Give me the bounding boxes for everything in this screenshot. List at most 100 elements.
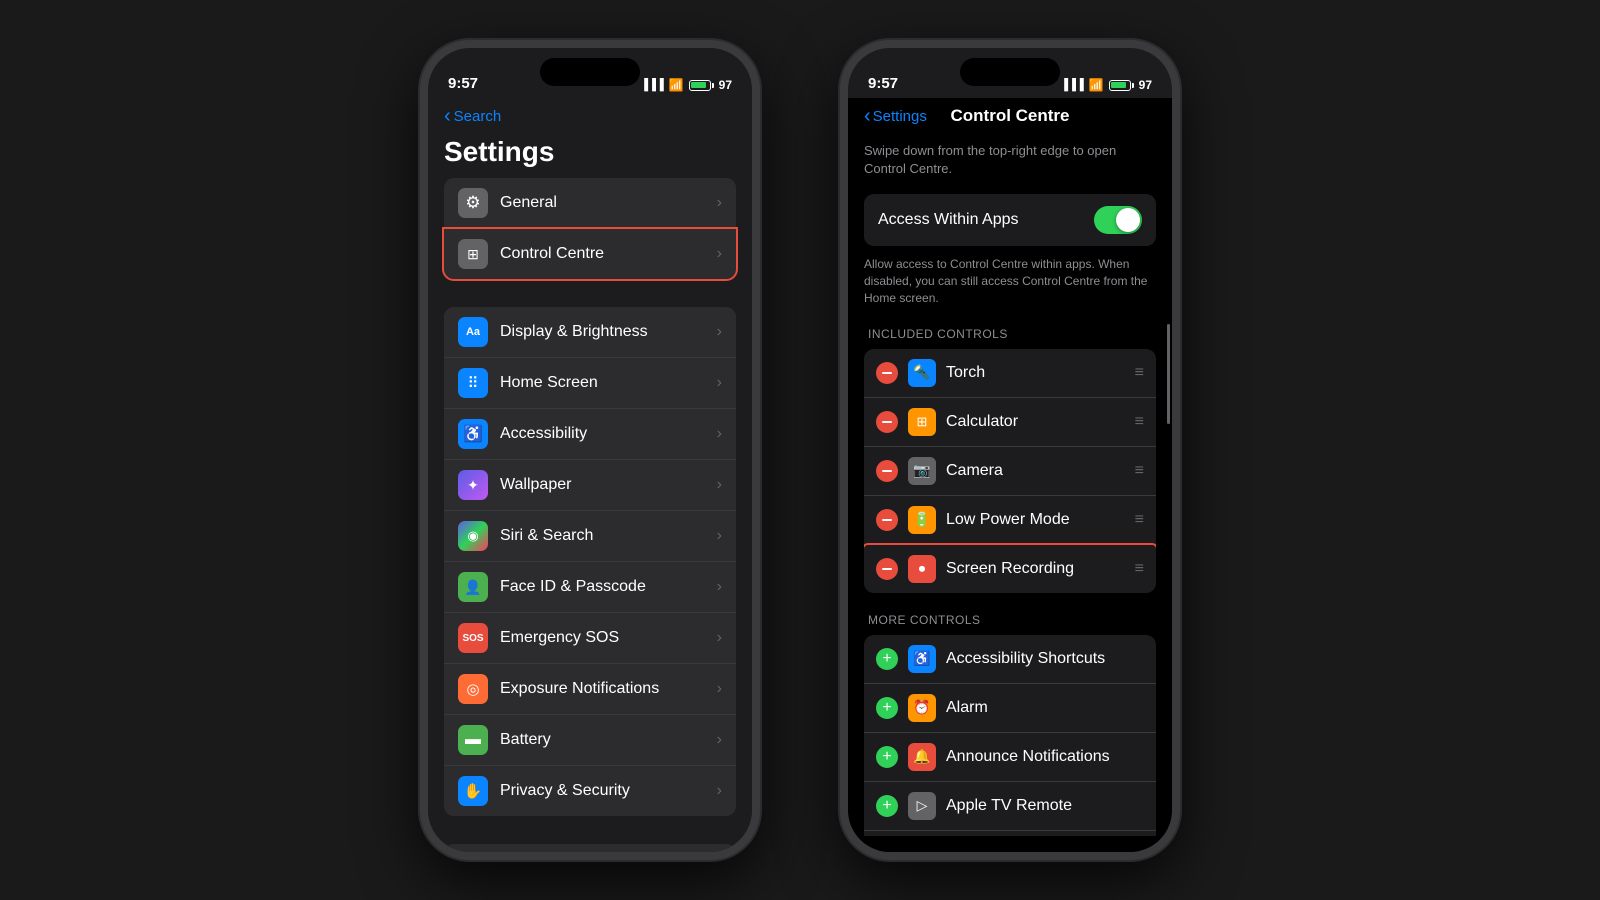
settings-item-exposure[interactable]: ◎ Exposure Notifications › bbox=[444, 664, 736, 715]
camera-label: Camera bbox=[946, 462, 1135, 480]
settings-item-sos[interactable]: SOS Emergency SOS › bbox=[444, 613, 736, 664]
torch-label: Torch bbox=[946, 364, 1135, 382]
included-controls-list: 🔦 Torch ≡ ⊞ Calculator ≡ 📷 bbox=[864, 349, 1156, 593]
left-screen: Search Settings ⚙ General › ⊞ Control Ce… bbox=[428, 98, 752, 852]
exposure-icon: ◎ bbox=[458, 674, 488, 704]
time-right: 9:57 bbox=[868, 75, 898, 92]
torch-icon: 🔦 bbox=[908, 359, 936, 387]
accessibility-shortcuts-add-btn[interactable] bbox=[876, 648, 898, 670]
control-item-calculator[interactable]: ⊞ Calculator ≡ bbox=[864, 398, 1156, 447]
sos-icon: SOS bbox=[458, 623, 488, 653]
low-power-label: Low Power Mode bbox=[946, 511, 1135, 529]
calculator-drag-handle[interactable]: ≡ bbox=[1135, 413, 1144, 431]
home-screen-label: Home Screen bbox=[500, 374, 717, 392]
apple-tv-remote-label: Apple TV Remote bbox=[946, 797, 1144, 815]
low-power-drag-handle[interactable]: ≡ bbox=[1135, 511, 1144, 529]
battery-pct-right: 97 bbox=[1139, 78, 1152, 92]
calculator-remove-btn[interactable] bbox=[876, 411, 898, 433]
screen-recording-remove-btn[interactable] bbox=[876, 558, 898, 580]
calculator-icon: ⊞ bbox=[908, 408, 936, 436]
alarm-add-btn[interactable] bbox=[876, 697, 898, 719]
settings-item-accessibility[interactable]: ♿ Accessibility › bbox=[444, 409, 736, 460]
more-controls-header: MORE CONTROLS bbox=[864, 613, 1156, 635]
wallpaper-icon: ✦ bbox=[458, 470, 488, 500]
settings-item-home-screen[interactable]: ⠿ Home Screen › bbox=[444, 358, 736, 409]
control-item-accessibility-shortcuts[interactable]: ♿ Accessibility Shortcuts bbox=[864, 635, 1156, 684]
access-within-apps-desc: Allow access to Control Centre within ap… bbox=[864, 256, 1156, 306]
settings-item-privacy[interactable]: ✋ Privacy & Security › bbox=[444, 766, 736, 816]
alarm-label: Alarm bbox=[946, 699, 1144, 717]
wifi-icon: 📶 bbox=[669, 78, 684, 92]
settings-item-siri[interactable]: ◉ Siri & Search › bbox=[444, 511, 736, 562]
siri-icon: ◉ bbox=[458, 521, 488, 551]
sos-label: Emergency SOS bbox=[500, 629, 717, 647]
settings-item-display[interactable]: Aa Display & Brightness › bbox=[444, 307, 736, 358]
access-within-apps-row[interactable]: Access Within Apps bbox=[864, 194, 1156, 246]
faceid-icon: 👤 bbox=[458, 572, 488, 602]
settings-item-faceid[interactable]: 👤 Face ID & Passcode › bbox=[444, 562, 736, 613]
control-item-announce-notifications[interactable]: 🔔 Announce Notifications bbox=[864, 733, 1156, 782]
screen-recording-label: Screen Recording bbox=[946, 560, 1135, 578]
signal-icon: ▐▐▐ bbox=[640, 79, 663, 91]
dynamic-island-right bbox=[960, 58, 1060, 86]
screen-recording-icon: ⏺ bbox=[908, 555, 936, 583]
general-label: General bbox=[500, 194, 717, 212]
accessibility-shortcuts-label: Accessibility Shortcuts bbox=[946, 650, 1144, 668]
access-within-apps-label: Access Within Apps bbox=[878, 211, 1019, 229]
faceid-label: Face ID & Passcode bbox=[500, 578, 717, 596]
apple-tv-remote-add-btn[interactable] bbox=[876, 795, 898, 817]
cc-back-button[interactable]: Settings bbox=[864, 106, 927, 126]
display-label: Display & Brightness bbox=[500, 323, 717, 341]
right-screen: Settings Control Centre Swipe down from … bbox=[848, 98, 1172, 852]
settings-item-wallpaper[interactable]: ✦ Wallpaper › bbox=[444, 460, 736, 511]
included-controls-header: INCLUDED CONTROLS bbox=[864, 327, 1156, 349]
settings-group-3: A App Store › ▤ Wallet & Apple Pay › bbox=[444, 844, 736, 852]
general-chevron: › bbox=[717, 194, 722, 212]
control-centre-label: Control Centre bbox=[500, 245, 717, 263]
battery-icon-left bbox=[689, 80, 714, 91]
signal-icon-right: ▐▐▐ bbox=[1060, 79, 1083, 91]
dynamic-island bbox=[540, 58, 640, 86]
control-item-code-scanner[interactable]: ⊡ Code Scanner bbox=[864, 831, 1156, 836]
control-item-alarm[interactable]: ⏰ Alarm bbox=[864, 684, 1156, 733]
settings-item-general[interactable]: ⚙ General › bbox=[444, 178, 736, 229]
wifi-icon-right: 📶 bbox=[1089, 78, 1104, 92]
torch-remove-btn[interactable] bbox=[876, 362, 898, 384]
battery-settings-icon: ▬ bbox=[458, 725, 488, 755]
left-nav-back[interactable]: Search bbox=[444, 106, 501, 126]
announce-notifications-add-btn[interactable] bbox=[876, 746, 898, 768]
settings-item-battery[interactable]: ▬ Battery › bbox=[444, 715, 736, 766]
low-power-remove-btn[interactable] bbox=[876, 509, 898, 531]
left-phone: 9:57 ▐▐▐ 📶 97 Search Settings ⚙ Genera bbox=[420, 40, 760, 860]
cc-page-title: Control Centre bbox=[951, 106, 1070, 126]
battery-label: Battery bbox=[500, 731, 717, 749]
access-within-apps-toggle[interactable] bbox=[1094, 206, 1142, 234]
right-phone: 9:57 ▐▐▐ 📶 97 Settings Control Centre Sw… bbox=[840, 40, 1180, 860]
camera-remove-btn[interactable] bbox=[876, 460, 898, 482]
battery-icon-right bbox=[1109, 80, 1134, 91]
settings-list: ⚙ General › ⊞ Control Centre › Aa bbox=[428, 178, 752, 852]
control-item-torch[interactable]: 🔦 Torch ≡ bbox=[864, 349, 1156, 398]
general-icon: ⚙ bbox=[458, 188, 488, 218]
display-icon: Aa bbox=[458, 317, 488, 347]
left-nav-bar: Search bbox=[428, 98, 752, 132]
settings-item-appstore[interactable]: A App Store › bbox=[444, 844, 736, 852]
cc-nav: Settings Control Centre bbox=[848, 98, 1172, 132]
control-item-camera[interactable]: 📷 Camera ≡ bbox=[864, 447, 1156, 496]
screen-recording-drag-handle[interactable]: ≡ bbox=[1135, 560, 1144, 578]
settings-item-control-centre[interactable]: ⊞ Control Centre › bbox=[444, 229, 736, 279]
alarm-icon: ⏰ bbox=[908, 694, 936, 722]
accessibility-shortcuts-icon: ♿ bbox=[908, 645, 936, 673]
left-page-title: Settings bbox=[428, 132, 752, 178]
scrollbar-indicator bbox=[1167, 324, 1170, 424]
control-item-apple-tv-remote[interactable]: ▷ Apple TV Remote bbox=[864, 782, 1156, 831]
announce-notifications-icon: 🔔 bbox=[908, 743, 936, 771]
cc-content: Swipe down from the top-right edge to op… bbox=[848, 132, 1172, 836]
camera-drag-handle[interactable]: ≡ bbox=[1135, 462, 1144, 480]
control-item-screen-recording[interactable]: ⏺ Screen Recording ≡ bbox=[864, 545, 1156, 593]
control-centre-chevron: › bbox=[717, 245, 722, 263]
torch-drag-handle[interactable]: ≡ bbox=[1135, 364, 1144, 382]
battery-pct-left: 97 bbox=[719, 78, 732, 92]
control-item-low-power[interactable]: 🔋 Low Power Mode ≡ bbox=[864, 496, 1156, 545]
accessibility-icon: ♿ bbox=[458, 419, 488, 449]
